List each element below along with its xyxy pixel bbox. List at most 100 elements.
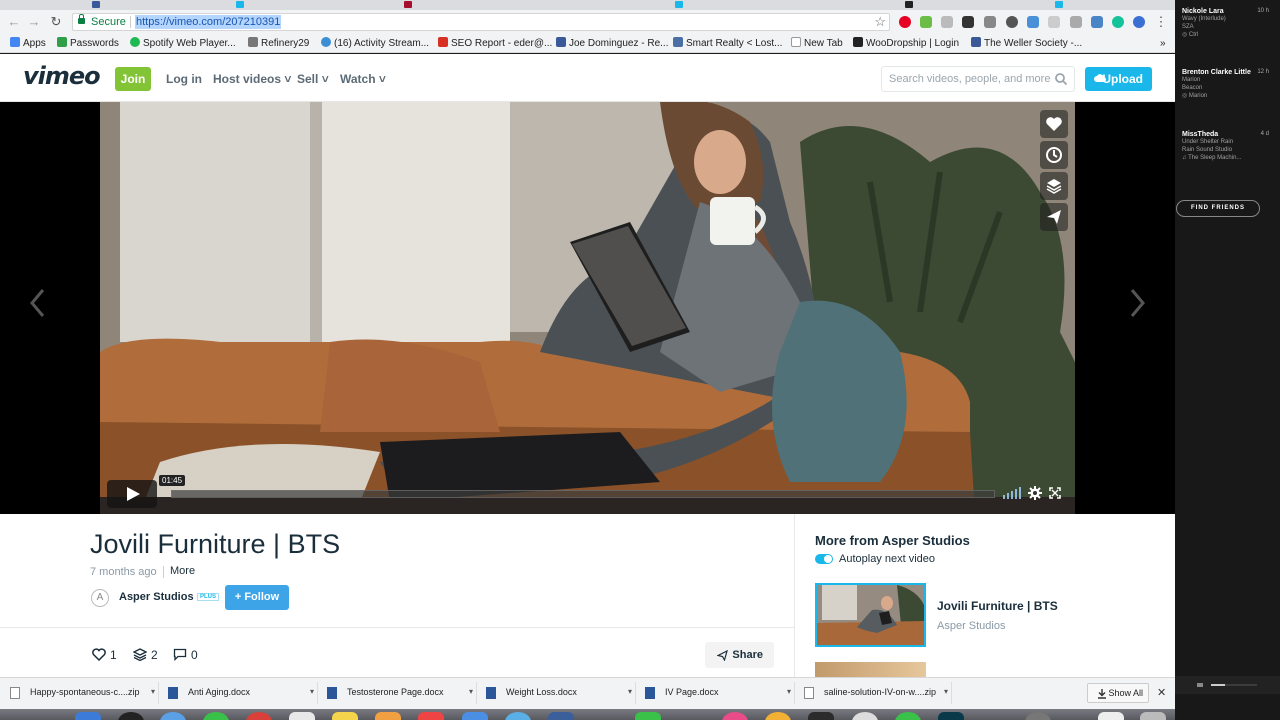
search-icon[interactable]: [1054, 72, 1068, 86]
show-all-button[interactable]: Show All: [1087, 683, 1149, 703]
friend-track[interactable]: Wavy (Interlude): [1182, 15, 1274, 23]
bookmark-star-icon[interactable]: ☆: [874, 14, 886, 30]
app-icon[interactable]: [1025, 712, 1051, 720]
more-link[interactable]: More: [170, 565, 195, 577]
collections-layers-icon[interactable]: [1040, 172, 1068, 200]
extension-icon[interactable]: [1006, 16, 1018, 28]
download-item[interactable]: Weight Loss.docx ▾: [482, 682, 636, 704]
extension-icon[interactable]: [941, 16, 953, 28]
join-button[interactable]: Join: [115, 67, 151, 91]
download-item[interactable]: Testosterone Page.docx ▾: [323, 682, 477, 704]
bookmark-spotify[interactable]: Spotify Web Player...: [130, 37, 236, 50]
bookmark-refinery29[interactable]: Refinery29: [248, 37, 309, 50]
chevron-down-icon[interactable]: ▾: [944, 687, 948, 696]
search-input[interactable]: Search videos, people, and more: [881, 66, 1075, 92]
related-video-title[interactable]: Jovili Furniture | BTS: [937, 599, 1058, 613]
extension-icon[interactable]: [1091, 16, 1103, 28]
pinterest-icon[interactable]: [899, 16, 911, 28]
chevron-down-icon[interactable]: ▾: [628, 687, 632, 696]
share-paper-plane-icon[interactable]: [1040, 203, 1068, 231]
bookmark-seo-report[interactable]: SEO Report - eder@...: [438, 37, 552, 50]
upload-button[interactable]: Upload: [1085, 67, 1152, 91]
document-icon[interactable]: [1098, 712, 1124, 720]
download-icon[interactable]: [1070, 16, 1082, 28]
app-icon[interactable]: [505, 712, 531, 720]
download-item[interactable]: Anti Aging.docx ▾: [164, 682, 318, 704]
finder-icon[interactable]: [75, 712, 101, 720]
bookmark-new-tab[interactable]: New Tab: [791, 37, 843, 50]
app-icon[interactable]: [938, 712, 964, 720]
extension-icon[interactable]: [920, 16, 932, 28]
play-button[interactable]: [107, 480, 157, 508]
related-video-thumbnail[interactable]: [815, 662, 926, 677]
tab-favicon[interactable]: [1055, 1, 1063, 8]
friend-entry[interactable]: MissTheda 4 d Under Shelter Rain Rain So…: [1182, 131, 1274, 162]
app-icon[interactable]: [375, 712, 401, 720]
nav-sell[interactable]: Sell ˅: [297, 72, 329, 86]
reload-icon[interactable]: ↻: [48, 14, 64, 30]
tab-favicon[interactable]: [905, 1, 913, 8]
prev-video-arrow-icon[interactable]: [28, 288, 48, 318]
watch-later-clock-icon[interactable]: [1040, 141, 1068, 169]
fullscreen-icon[interactable]: [1049, 487, 1061, 499]
bookmark-activity-stream[interactable]: (16) Activity Stream...: [321, 37, 429, 50]
bookmark-weller-society[interactable]: The Weller Society -...: [971, 37, 1082, 50]
app-icon[interactable]: [765, 712, 791, 720]
grammarly-icon[interactable]: [1112, 16, 1124, 28]
extension-icon[interactable]: [962, 16, 974, 28]
friend-entry[interactable]: Brenton Clarke Little 12 h Marion Beacon…: [1182, 69, 1274, 100]
video-player[interactable]: 01:45: [0, 102, 1175, 514]
friend-track[interactable]: Marion: [1182, 76, 1274, 84]
share-button[interactable]: Share: [705, 642, 774, 668]
settings-gear-icon[interactable]: [1028, 486, 1042, 500]
tab-favicon[interactable]: [404, 1, 412, 8]
facetime-icon[interactable]: [635, 712, 661, 720]
extension-icon[interactable]: [1133, 16, 1145, 28]
bookmark-smart-realty[interactable]: Smart Realty < Lost...: [673, 37, 782, 50]
tab-favicon[interactable]: [675, 1, 683, 8]
app-icon[interactable]: [548, 712, 574, 720]
back-icon[interactable]: ←: [6, 14, 22, 30]
app-icon[interactable]: [418, 712, 444, 720]
extension-icon[interactable]: [1048, 16, 1060, 28]
nav-host-videos[interactable]: Host videos ˅: [213, 72, 291, 86]
volume-bars-icon[interactable]: [1003, 487, 1021, 499]
chevron-down-icon[interactable]: ▾: [787, 687, 791, 696]
address-bar[interactable]: Secure https://vimeo.com/207210391 ☆: [72, 13, 890, 31]
friend-artist[interactable]: Beacon: [1182, 84, 1274, 92]
friend-artist[interactable]: SZA: [1182, 23, 1274, 31]
tab-favicon[interactable]: [92, 1, 100, 8]
app-icon[interactable]: [118, 712, 144, 720]
app-icon[interactable]: [808, 712, 834, 720]
seek-bar[interactable]: [171, 490, 995, 498]
related-video-thumbnail[interactable]: [815, 583, 926, 647]
related-video-author[interactable]: Asper Studios: [937, 620, 1005, 632]
app-icon[interactable]: [203, 712, 229, 720]
friend-context[interactable]: ◎ Ctrl: [1182, 31, 1274, 39]
chrome-icon[interactable]: [246, 712, 272, 720]
bookmarks-overflow[interactable]: »: [1160, 37, 1166, 50]
volume-slider-icon[interactable]: [1197, 681, 1257, 689]
find-friends-button[interactable]: FIND FRIENDS: [1176, 200, 1260, 217]
friend-entry[interactable]: Nickole Lara 10 h Wavy (Interlude) SZA ◎…: [1182, 8, 1274, 39]
like-heart-icon[interactable]: [1040, 110, 1068, 138]
nav-watch[interactable]: Watch ˅: [340, 72, 386, 86]
safari-icon[interactable]: [160, 712, 186, 720]
next-video-arrow-icon[interactable]: [1127, 288, 1147, 318]
friend-artist[interactable]: Rain Sound Studio: [1182, 146, 1274, 154]
bookmark-passwords[interactable]: Passwords: [57, 37, 119, 50]
download-item[interactable]: saline-solution-IV-on-w....zip ▾: [800, 682, 952, 704]
bookmark-apps[interactable]: Apps: [10, 37, 46, 50]
app-icon[interactable]: [462, 712, 488, 720]
avatar[interactable]: A: [91, 589, 109, 607]
download-item[interactable]: Happy-spontaneous-c....zip ▾: [6, 682, 159, 704]
chevron-down-icon[interactable]: ▾: [310, 687, 314, 696]
author-link[interactable]: Asper Studios: [119, 591, 194, 603]
menu-kebab-icon[interactable]: ⋮: [1153, 14, 1169, 30]
app-icon[interactable]: [852, 712, 878, 720]
friend-track[interactable]: Under Shelter Rain: [1182, 138, 1274, 146]
url-text[interactable]: https://vimeo.com/207210391: [135, 15, 282, 29]
collections-stat[interactable]: 2: [132, 648, 158, 662]
trash-icon[interactable]: [1140, 712, 1166, 720]
chevron-down-icon[interactable]: ▾: [469, 687, 473, 696]
